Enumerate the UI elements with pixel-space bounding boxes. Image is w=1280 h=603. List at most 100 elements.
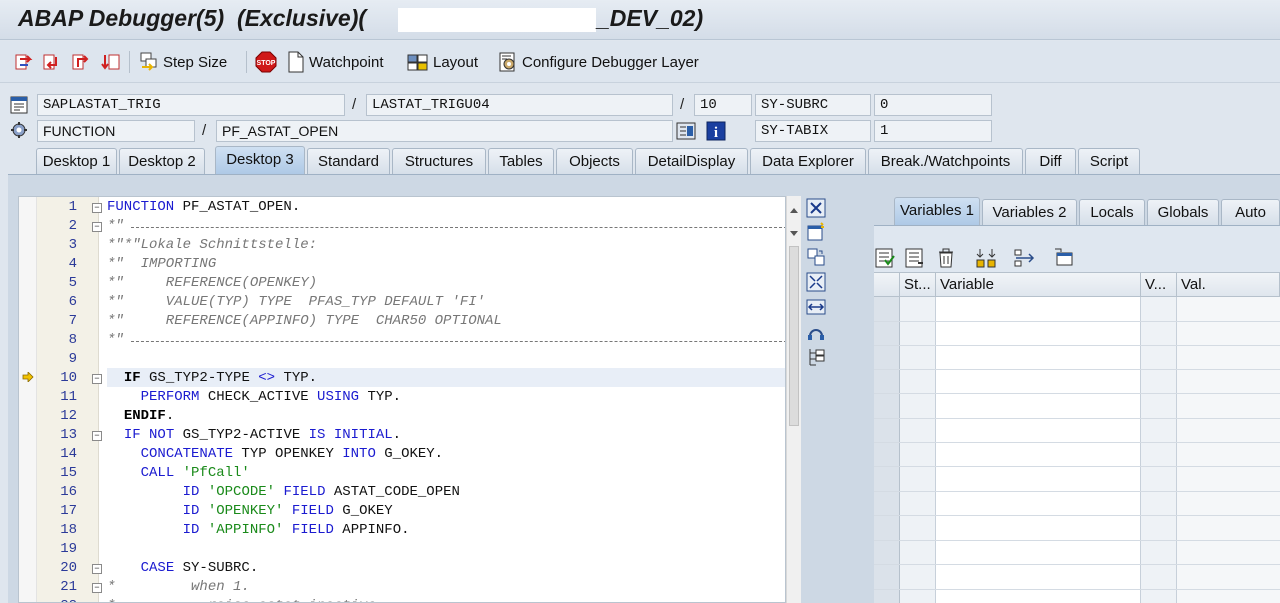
fold-toggle[interactable]: − (92, 431, 102, 441)
code-line: *" REFERENCE(OPENKEY) (107, 275, 318, 291)
line-number: 12 (60, 408, 77, 424)
sy-tabix-value[interactable]: 1 (874, 120, 992, 142)
tab-auto[interactable]: Auto (1221, 199, 1280, 225)
step-size-button[interactable]: Step Size (138, 50, 227, 74)
return-button[interactable] (71, 50, 93, 74)
watchpoint-button[interactable]: Watchpoint (286, 50, 383, 74)
services-tool-icon[interactable] (806, 322, 826, 342)
scroll-down-icon[interactable] (789, 230, 799, 238)
row-selector-column[interactable] (874, 297, 900, 603)
comment-divider (131, 227, 785, 228)
return-icon (72, 54, 89, 70)
tab-structures[interactable]: Structures (392, 148, 486, 174)
width-tool-icon[interactable] (806, 297, 826, 317)
close-tool-icon[interactable] (806, 198, 826, 218)
source-code-editor[interactable]: 1 2 3 4 5 6 7 8 9 10 11 12 13 14 15 16 1… (18, 196, 786, 603)
include-field[interactable]: LASTAT_TRIGU04 (366, 94, 673, 116)
transfer-icon[interactable] (1013, 247, 1035, 269)
code-line: *" REFERENCE(APPINFO) TYPE CHAR50 OPTION… (107, 313, 502, 329)
stop-button[interactable]: STOP (255, 50, 277, 74)
svg-text:i: i (714, 125, 718, 141)
execute-icon (43, 54, 57, 70)
column-header-status[interactable]: St... (900, 273, 936, 297)
configure-debugger-layer-button[interactable]: Configure Debugger Layer (497, 50, 699, 74)
execute-button[interactable] (42, 50, 64, 74)
line-number: 22 (37, 598, 77, 602)
line-number: 14 (60, 446, 77, 462)
tab-breakpoints-watchpoints[interactable]: Break./Watchpoints (868, 148, 1023, 174)
swap-tool-icon[interactable] (806, 247, 826, 267)
tab-globals[interactable]: Globals (1147, 199, 1219, 225)
select-all-icon[interactable] (874, 247, 896, 269)
breakpoint-gutter[interactable] (19, 197, 37, 602)
code-line: ID 'OPENKEY' FIELD G_OKEY (182, 503, 393, 519)
tab-script[interactable]: Script (1078, 148, 1140, 174)
scroll-up-icon[interactable] (789, 206, 799, 214)
tab-locals[interactable]: Locals (1079, 199, 1145, 225)
continue-button[interactable] (100, 50, 122, 74)
line-field[interactable]: 10 (694, 94, 752, 116)
tab-data-explorer[interactable]: Data Explorer (750, 148, 866, 174)
tab-desktop-2[interactable]: Desktop 2 (119, 148, 205, 174)
grid-row-line (874, 491, 1280, 492)
fold-toggle[interactable]: − (92, 583, 102, 593)
variables-grid[interactable]: St... Variable V... Val. (874, 272, 1280, 603)
export-icon[interactable] (904, 247, 926, 269)
sort-icon[interactable] (975, 247, 997, 269)
title-bar: ABAP Debugger(5) (Exclusive)( _DEV_02) (0, 0, 1280, 40)
info-icon[interactable]: i (706, 121, 726, 141)
grid-row-line (874, 540, 1280, 541)
sy-subrc-label: SY-SUBRC (755, 94, 871, 116)
tab-diff[interactable]: Diff (1025, 148, 1076, 174)
code-line: ID 'OPCODE' FIELD ASTAT_CODE_OPEN (182, 484, 460, 500)
grid-row-line (874, 369, 1280, 370)
column-header-value[interactable]: Val. (1177, 273, 1280, 297)
column-header-variable[interactable]: Variable (936, 273, 1141, 297)
tab-objects[interactable]: Objects (556, 148, 633, 174)
single-step-button[interactable] (14, 50, 36, 74)
tab-variables-1[interactable]: Variables 1 (894, 197, 980, 225)
tab-standard[interactable]: Standard (307, 148, 390, 174)
tree-tool-icon[interactable] (806, 347, 826, 367)
tab-variables-2[interactable]: Variables 2 (982, 199, 1077, 225)
code-line: *"*"Lokale Schnittstelle: (107, 237, 318, 253)
function-gear-icon (11, 122, 27, 138)
tab-detail-display[interactable]: DetailDisplay (635, 148, 748, 174)
line-number: 19 (60, 541, 77, 557)
document-icon (288, 51, 304, 73)
toolbar: Step Size STOP Watchpoint Layout Configu… (0, 41, 1280, 83)
event-type-field[interactable]: FUNCTION (37, 120, 195, 142)
column-header-v[interactable]: V... (1141, 273, 1177, 297)
window-title: ABAP Debugger(5) (Exclusive)( (18, 5, 367, 31)
grid-row-line (874, 442, 1280, 443)
maximize-tool-icon[interactable] (806, 272, 826, 292)
event-name-field[interactable]: PF_ASTAT_OPEN (216, 120, 673, 142)
tab-desktop-1[interactable]: Desktop 1 (36, 148, 117, 174)
line-number: 13 (60, 427, 77, 443)
grid-row-line (874, 515, 1280, 516)
line-number: 21 (60, 579, 77, 595)
code-line: * when 1. (107, 579, 250, 595)
grid-row-line (874, 321, 1280, 322)
comment-divider (131, 341, 785, 342)
fold-toggle[interactable]: − (92, 203, 102, 213)
new-tool-icon[interactable] (806, 222, 826, 242)
delete-icon[interactable] (935, 247, 957, 269)
row-selector-header[interactable] (874, 273, 900, 297)
fold-toggle[interactable]: − (92, 374, 102, 384)
editor-scrollbar[interactable] (786, 196, 801, 603)
current-line-arrow-icon (22, 372, 34, 382)
code-line: *" IMPORTING (107, 256, 217, 272)
tab-desktop-3[interactable]: Desktop 3 (215, 146, 305, 174)
window-title-suffix: _DEV_02) (597, 5, 704, 31)
tab-tables[interactable]: Tables (488, 148, 554, 174)
fold-toggle[interactable]: − (92, 564, 102, 574)
window-icon[interactable] (1053, 247, 1075, 269)
layout-icon (407, 54, 428, 71)
navigate-icon[interactable] (676, 121, 696, 141)
sy-subrc-value[interactable]: 0 (874, 94, 992, 116)
program-field[interactable]: SAPLASTAT_TRIG (37, 94, 345, 116)
scroll-thumb[interactable] (789, 246, 799, 426)
layout-button[interactable]: Layout (406, 50, 478, 74)
fold-toggle[interactable]: − (92, 222, 102, 232)
